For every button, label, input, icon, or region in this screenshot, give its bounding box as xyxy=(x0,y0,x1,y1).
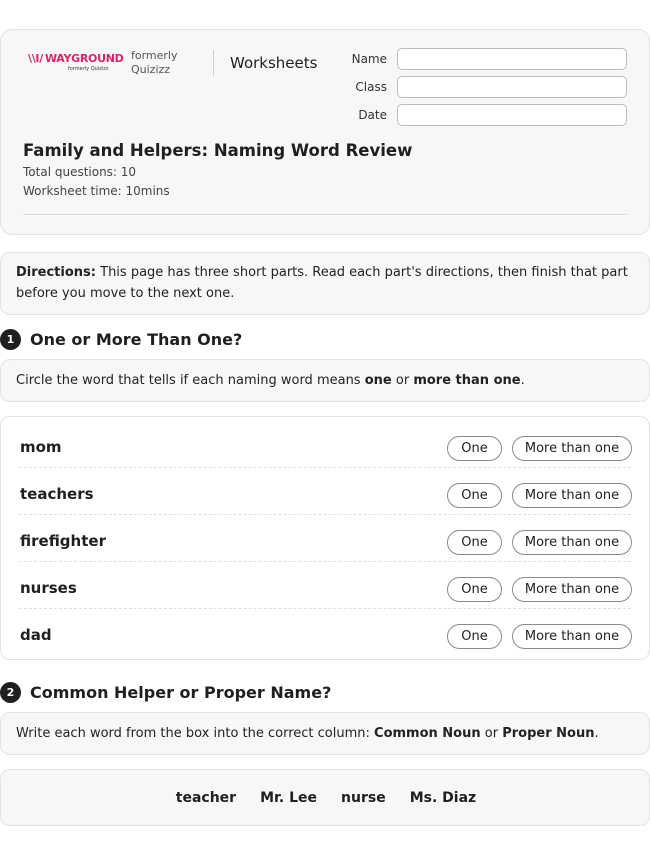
option-more-than-one-button[interactable]: More than one xyxy=(512,530,632,555)
directions-text: This page has three short parts. Read ea… xyxy=(16,265,628,301)
option-more-than-one-button[interactable]: More than one xyxy=(512,624,632,649)
option-more-than-one-button[interactable]: More than one xyxy=(512,436,632,461)
worksheet-title: Family and Helpers: Naming Word Review xyxy=(23,141,413,160)
total-questions: Total questions: 10 xyxy=(23,165,137,179)
name-field[interactable] xyxy=(397,48,627,70)
word-bank-item: teacher xyxy=(175,790,237,806)
word-bank-item: nurse xyxy=(341,790,386,806)
option-one-button[interactable]: One xyxy=(447,483,502,508)
part-1-question-list: mom One More than one teachers One More … xyxy=(0,416,650,660)
word-bank-item: Mr. Lee xyxy=(260,790,318,806)
logo-mark-icon: \\I/ xyxy=(28,52,43,65)
list-item: firefighter One More than one xyxy=(19,515,632,562)
naming-word: mom xyxy=(20,438,62,456)
list-item: nurses One More than one xyxy=(19,562,632,609)
part-2-instructions: Write each word from the box into the co… xyxy=(0,712,650,755)
part-1-instructions: Circle the word that tells if each namin… xyxy=(0,359,650,402)
name-label: Name xyxy=(351,52,387,66)
class-label: Class xyxy=(355,80,387,94)
option-one-button[interactable]: One xyxy=(447,624,502,649)
naming-word: nurses xyxy=(20,579,77,597)
option-one-button[interactable]: One xyxy=(447,577,502,602)
part-1-title: One or More Than One? xyxy=(30,330,243,349)
word-bank: teacher Mr. Lee nurse Ms. Diaz xyxy=(1,790,650,806)
worksheet-time: Worksheet time: 10mins xyxy=(23,184,170,198)
option-more-than-one-button[interactable]: More than one xyxy=(512,577,632,602)
word-bank-box: teacher Mr. Lee nurse Ms. Diaz xyxy=(0,769,650,826)
list-item: teachers One More than one xyxy=(19,468,632,515)
date-label: Date xyxy=(358,108,387,122)
part-2-title: Common Helper or Proper Name? xyxy=(30,683,332,702)
naming-word: teachers xyxy=(20,485,94,503)
naming-word: dad xyxy=(20,626,52,644)
list-item: dad One More than one xyxy=(19,609,632,656)
naming-word: firefighter xyxy=(20,532,106,550)
header-rule xyxy=(23,214,627,215)
option-more-than-one-button[interactable]: More than one xyxy=(512,483,632,508)
list-item: mom One More than one xyxy=(19,421,632,468)
logo-subtext: formerly Quizizz xyxy=(68,66,109,72)
option-one-button[interactable]: One xyxy=(447,530,502,555)
directions-label: Directions: xyxy=(16,265,96,280)
class-field[interactable] xyxy=(397,76,627,98)
date-field[interactable] xyxy=(397,104,627,126)
worksheets-label: Worksheets xyxy=(230,54,318,72)
part-1-heading: 1 One or More Than One? xyxy=(0,329,242,350)
word-bank-item: Ms. Diaz xyxy=(409,790,477,806)
option-one-button[interactable]: One xyxy=(447,436,502,461)
directions-box: Directions: This page has three short pa… xyxy=(0,252,650,315)
wayground-logo: \\I/WAYGROUND formerly Quizizz xyxy=(28,52,124,74)
part-1-number: 1 xyxy=(0,329,21,350)
formerly-quizizz-label: formerly Quizizz xyxy=(131,49,178,76)
logo-text: WAYGROUND xyxy=(44,52,124,65)
part-2-heading: 2 Common Helper or Proper Name? xyxy=(0,682,331,703)
header-divider xyxy=(213,50,214,76)
part-2-number: 2 xyxy=(0,682,21,703)
